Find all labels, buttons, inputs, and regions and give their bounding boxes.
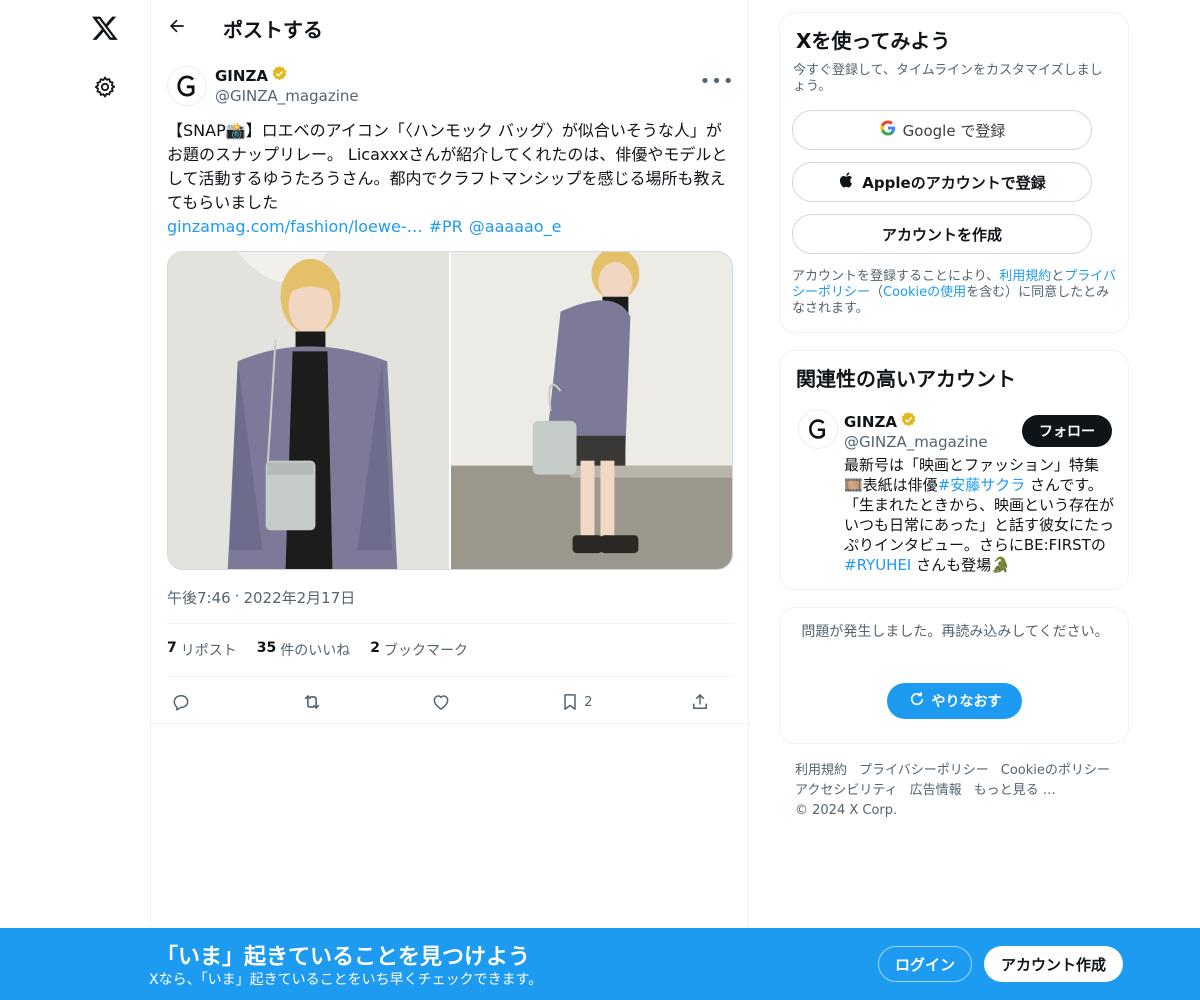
post-actions: 2 [167,686,734,718]
terms-text: アカウントを登録することにより、 [792,269,1000,284]
login-button[interactable]: ログイン [878,946,972,982]
footer-links: 利用規約 プライバシーポリシー Cookieのポリシー アクセシビリティ 広告情… [795,761,1115,821]
share-button[interactable] [690,686,730,718]
post-links: ginzamag.com/fashion/loewe-… #PR @aaaaao… [167,215,734,239]
left-nav [0,0,150,1000]
bookmark-button[interactable]: 2 [560,686,600,718]
apple-icon [838,171,856,193]
post-text: 【SNAP📸】ロエベのアイコン「〈ハンモック バッグ〉が似合いそうな人」がお題の… [167,121,728,212]
relevant-title: 関連性の高いアカウント [796,367,1016,391]
login-prompt-bar: 「いま」起きていることを見つけよう Xなら、「いま」起きていることをいち早くチェ… [0,928,1200,1000]
signup-subtitle: 今すぐ登録して、タイムラインをカスタマイズしましょう。 [793,63,1103,94]
footer-link-cookie[interactable]: Cookieのポリシー [1001,761,1110,781]
page-title: ポストする [223,18,323,42]
footer-link-accessibility[interactable]: アクセシビリティ [795,781,898,801]
likes-count: 35 [256,640,277,656]
verified-badge-icon [900,411,917,432]
author-handle[interactable]: @GINZA_magazine [215,87,359,105]
bio-hashtag-link[interactable]: #安藤サクラ [938,476,1026,494]
x-logo-icon[interactable] [89,12,121,44]
error-message: 問題が発生しました。再読み込みしてください。 [801,624,1109,640]
hashtag-link[interactable]: #PR [429,215,463,239]
post-date: 2022年2月17日 [243,589,356,607]
prompt-subtitle: Xなら、「いま」起きていることをいち早くチェックできます。 [149,972,543,988]
relevant-account-handle[interactable]: @GINZA_magazine [844,433,988,451]
more-options-icon[interactable]: ••• [700,64,734,98]
retry-label: やりなおす [931,694,1002,710]
reposts-label: リポスト [180,643,237,659]
timestamp-separator: · [234,587,240,605]
post-time: 午後7:46 [167,589,231,607]
post-stats: 7 リポスト 35 件のいいね 2 ブックマーク [167,640,468,660]
create-account-label: アカウントを作成 [881,225,1002,244]
post-timestamp[interactable]: 午後7:46 · 2022年2月17日 [167,587,355,608]
refresh-icon [908,690,926,712]
verified-badge-icon [271,65,288,86]
google-signup-label: Google で登録 [902,121,1006,140]
bookmarks-stat[interactable]: 2 ブックマーク [370,640,468,660]
relevant-accounts-card: 関連性の高いアカウント GINZA @GINZA_magazine フォロー 最… [779,350,1129,590]
footer-link-more[interactable]: もっと見る … [974,781,1056,801]
bookmarks-label: ブックマーク [383,643,468,659]
bio-hashtag-link[interactable]: #RYUHEI [844,556,911,574]
mention-link[interactable]: @aaaaao_e [469,215,562,239]
relevant-name-text: GINZA [844,412,897,431]
reply-button[interactable] [171,686,211,718]
signup-button[interactable]: アカウント作成 [984,946,1123,982]
post-photo-2[interactable] [451,252,732,569]
footer-link-ads[interactable]: 広告情報 [910,781,962,801]
terms-text: （ [870,285,884,300]
google-icon [879,119,897,141]
terms-of-service-link[interactable]: 利用規約 [999,269,1051,284]
terms-text: と [1051,269,1065,284]
relevant-account-bio: 最新号は「映画とファッション」特集🎞️表紙は俳優#安藤サクラ さんです。「生まれ… [844,455,1114,575]
divider [167,676,734,677]
reposts-count: 7 [167,640,177,656]
author-name-text: GINZA [215,66,268,85]
divider [167,623,734,624]
footer-link-terms[interactable]: 利用規約 [795,761,847,781]
footer-link-privacy[interactable]: プライバシーポリシー [859,761,989,781]
page-header: ポストする [151,0,750,53]
divider [151,723,750,724]
signup-title: Xを使ってみよう [796,29,951,53]
back-arrow-icon[interactable] [163,12,191,40]
reposts-stat[interactable]: 7 リポスト [167,640,237,660]
apple-signup-label: Appleのアカウントで登録 [862,173,1046,192]
post-url-link[interactable]: ginzamag.com/fashion/loewe-… [167,215,423,239]
bookmark-count: 2 [584,694,593,710]
author-name[interactable]: GINZA [215,65,288,86]
like-button[interactable] [431,686,471,718]
post-author: GINZA @GINZA_magazine ••• [167,64,734,108]
apple-signup-button[interactable]: Appleのアカウントで登録 [792,162,1092,202]
main-column: ポストする GINZA @GINZA_magazine ••• 【SNAP📸】ロ… [150,0,750,1000]
google-signup-button[interactable]: Google で登録 [792,110,1092,150]
relevant-account-name[interactable]: GINZA [844,411,917,432]
settings-gear-icon[interactable] [91,73,119,101]
avatar[interactable] [798,409,838,449]
error-card: 問題が発生しました。再読み込みしてください。 やりなおす [779,607,1129,744]
follow-button[interactable]: フォロー [1022,415,1112,447]
copyright: © 2024 X Corp. [795,803,898,818]
post-media [167,251,733,570]
retry-button[interactable]: やりなおす [887,683,1022,719]
signup-card: Xを使ってみよう 今すぐ登録して、タイムラインをカスタマイズしましょう。 Goo… [779,12,1129,333]
post-photo-1[interactable] [168,252,449,569]
likes-stat[interactable]: 35 件のいいね [257,640,350,660]
repost-button[interactable] [301,686,341,718]
signup-terms: アカウントを登録することにより、利用規約とプライバシーポリシー（Cookieの使… [792,269,1122,317]
create-account-button[interactable]: アカウントを作成 [792,214,1092,254]
cookie-use-link[interactable]: Cookieの使用 [883,285,966,300]
likes-label: 件のいいね [280,643,351,659]
bio-text: さんも登場🐊 [911,556,1010,574]
avatar[interactable] [167,66,207,106]
bookmarks-count: 2 [370,640,380,656]
prompt-title: 「いま」起きていることを見つけよう [156,945,531,970]
